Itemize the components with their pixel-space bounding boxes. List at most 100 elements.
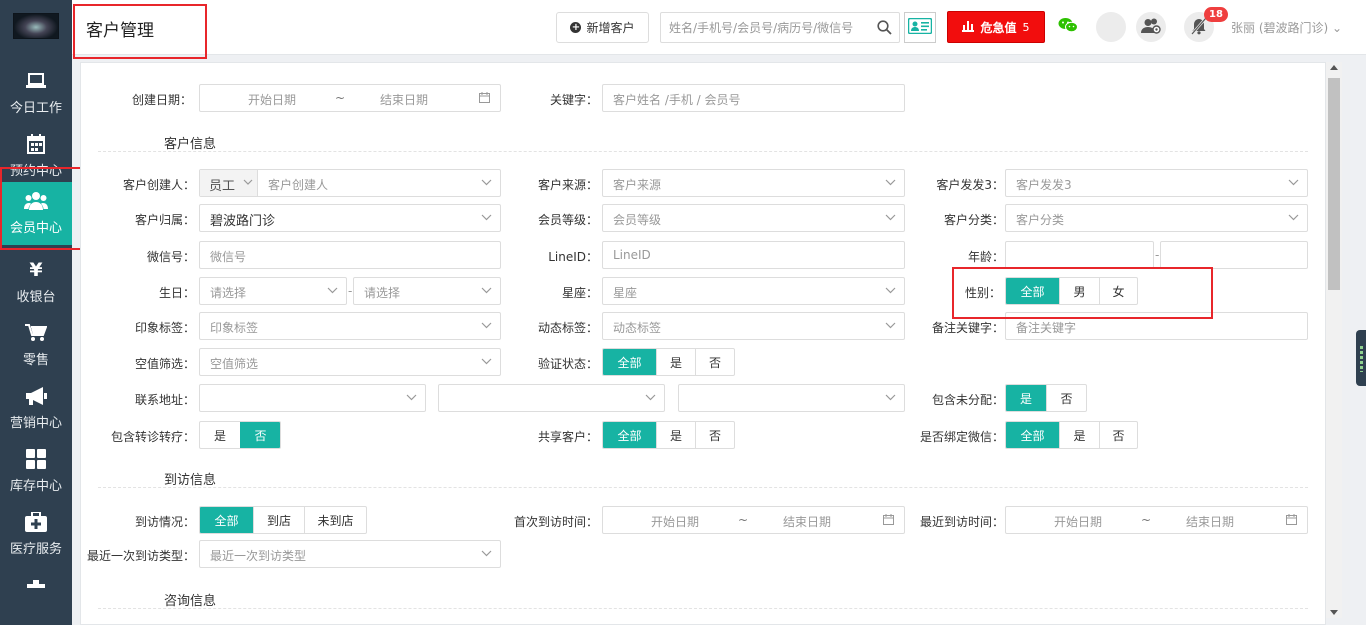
section-divider bbox=[98, 151, 1308, 152]
section-customer-info: 客户信息 bbox=[164, 137, 217, 152]
belong-select[interactable]: 碧波路门诊 bbox=[199, 204, 501, 232]
verify-option-no[interactable]: 否 bbox=[695, 349, 734, 375]
empty-value-select[interactable]: 空值筛选 bbox=[199, 348, 501, 376]
side-drawer-handle[interactable] bbox=[1356, 330, 1366, 386]
last-visit-range[interactable]: 开始日期 ~ 结束日期 bbox=[1005, 506, 1308, 534]
birthday-label: 生日： bbox=[158, 286, 195, 300]
address-province-select[interactable] bbox=[199, 384, 426, 412]
last-visit-label: 最近到访时间： bbox=[919, 515, 1004, 529]
creator-type-select[interactable]: 员工 bbox=[200, 170, 258, 196]
keyword-input[interactable]: 客户姓名 /手机 / 会员号 bbox=[602, 84, 905, 112]
search-icon[interactable] bbox=[877, 20, 892, 38]
age-max-input[interactable] bbox=[1160, 241, 1308, 269]
age-label: 年龄： bbox=[967, 250, 1004, 264]
sidebar-item-marketing[interactable]: 营销中心 bbox=[0, 377, 72, 440]
chevron-down-icon bbox=[885, 394, 896, 401]
gender-option-male[interactable]: 男 bbox=[1059, 278, 1099, 304]
last-visit-type-select[interactable]: 最近一次到访类型 bbox=[199, 540, 501, 568]
sidebar-item-medical-service[interactable]: 医疗服务 bbox=[0, 503, 72, 566]
chevron-down-icon bbox=[1288, 214, 1299, 221]
critical-value-button[interactable]: 危急值 5 bbox=[947, 11, 1045, 43]
add-customer-button[interactable]: + 新增客户 bbox=[556, 12, 649, 43]
visit-option-arrived[interactable]: 到店 bbox=[253, 507, 304, 533]
calendar-icon bbox=[0, 133, 72, 155]
address-city-select[interactable] bbox=[438, 384, 665, 412]
impression-tag-label: 印象标签： bbox=[134, 321, 195, 335]
remark-keyword-input[interactable]: 备注关键字 bbox=[1005, 312, 1308, 340]
gender-option-female[interactable]: 女 bbox=[1099, 278, 1137, 304]
transfer-option-no[interactable]: 否 bbox=[240, 422, 280, 448]
chevron-down-icon bbox=[1288, 179, 1299, 186]
first-visit-range[interactable]: 开始日期 ~ 结束日期 bbox=[602, 506, 905, 534]
create-date-range[interactable]: 开始日期 ~ 结束日期 bbox=[199, 84, 501, 112]
wechat-input[interactable]: 微信号 bbox=[199, 241, 501, 269]
birthday-from-select[interactable]: 请选择 bbox=[199, 277, 347, 305]
sidebar-item-cashier[interactable]: ¥ 收银台 bbox=[0, 251, 72, 314]
shared-option-no[interactable]: 否 bbox=[695, 422, 734, 448]
cart-icon bbox=[0, 322, 72, 344]
scrollbar-thumb[interactable] bbox=[1328, 78, 1340, 290]
age-min-input[interactable] bbox=[1005, 241, 1154, 269]
lineid-input[interactable]: LineID bbox=[602, 241, 905, 269]
first-visit-label: 首次到访时间： bbox=[513, 515, 598, 529]
search-input[interactable] bbox=[669, 19, 869, 37]
source-select[interactable]: 客户来源 bbox=[602, 169, 905, 197]
address-district-select[interactable] bbox=[678, 384, 905, 412]
calendar-icon bbox=[1286, 514, 1297, 528]
user-menu[interactable]: 张丽 (碧波路门诊) ⌄ bbox=[1231, 19, 1342, 36]
sidebar-item-more[interactable] bbox=[0, 566, 72, 606]
sidebar-item-retail[interactable]: 零售 bbox=[0, 314, 72, 377]
shared-customer-label: 共享客户： bbox=[537, 430, 598, 444]
section-divider bbox=[98, 608, 1308, 609]
visit-option-not-arrived[interactable]: 未到店 bbox=[304, 507, 366, 533]
more-icon bbox=[0, 574, 72, 596]
scroll-down-arrow[interactable] bbox=[1330, 610, 1338, 615]
wechat-icon[interactable] bbox=[1058, 17, 1078, 36]
impression-tag-select[interactable]: 印象标签 bbox=[199, 312, 501, 340]
scrollbar[interactable] bbox=[1326, 62, 1342, 618]
verify-status-segmented: 全部 是 否 bbox=[602, 348, 735, 376]
sidebar-item-member-center[interactable]: 会员中心 bbox=[0, 182, 72, 245]
member-level-label: 会员等级： bbox=[537, 213, 598, 227]
id-card-button[interactable] bbox=[904, 12, 936, 43]
bind-wechat-option-no[interactable]: 否 bbox=[1099, 422, 1137, 448]
dynamic-tag-select[interactable]: 动态标签 bbox=[602, 312, 905, 340]
visit-status-label: 到访情况： bbox=[134, 515, 195, 529]
filter-panel: 创建日期： 开始日期 ~ 结束日期 关键字： 客户姓名 /手机 / 会员号 客户… bbox=[80, 62, 1326, 625]
visit-option-all[interactable]: 全部 bbox=[200, 507, 253, 533]
grid-icon bbox=[0, 448, 72, 470]
user-group-icon bbox=[1141, 18, 1161, 37]
shared-option-yes[interactable]: 是 bbox=[656, 422, 695, 448]
section-visit-info: 到访信息 bbox=[164, 473, 217, 488]
creator-select[interactable]: 员工 客户创建人 bbox=[199, 169, 501, 197]
group-settings-button[interactable] bbox=[1136, 12, 1166, 42]
create-date-label: 创建日期： bbox=[131, 93, 192, 107]
gender-option-all[interactable]: 全部 bbox=[1006, 278, 1059, 304]
shared-option-all[interactable]: 全部 bbox=[603, 422, 656, 448]
transfer-option-yes[interactable]: 是 bbox=[200, 422, 240, 448]
include-transfer-label: 包含转诊转疗： bbox=[110, 430, 195, 444]
plus-icon: + bbox=[570, 22, 582, 33]
scroll-up-arrow[interactable] bbox=[1330, 65, 1338, 70]
zodiac-select[interactable]: 星座 bbox=[602, 277, 905, 305]
sidebar-item-appointment[interactable]: 预约中心 bbox=[0, 125, 72, 188]
unassigned-option-no[interactable]: 否 bbox=[1046, 385, 1086, 411]
zodiac-label: 星座： bbox=[561, 286, 598, 300]
last-visit-type-label: 最近一次到访类型： bbox=[86, 549, 195, 563]
member-level-select[interactable]: 会员等级 bbox=[602, 204, 905, 232]
address-label: 联系地址： bbox=[134, 393, 195, 407]
unassigned-option-yes[interactable]: 是 bbox=[1006, 385, 1046, 411]
sidebar-item-inventory[interactable]: 库存中心 bbox=[0, 440, 72, 503]
verify-option-yes[interactable]: 是 bbox=[656, 349, 695, 375]
avatar[interactable] bbox=[1096, 12, 1126, 42]
chevron-down-icon bbox=[481, 550, 492, 557]
category-select[interactable]: 客户分类 bbox=[1005, 204, 1308, 232]
verify-option-all[interactable]: 全部 bbox=[603, 349, 656, 375]
bind-wechat-option-yes[interactable]: 是 bbox=[1059, 422, 1099, 448]
sidebar-item-today-work[interactable]: 今日工作 bbox=[0, 62, 72, 125]
include-transfer-segmented: 是 否 bbox=[199, 421, 281, 449]
fafa3-select[interactable]: 客户发发3 bbox=[1005, 169, 1308, 197]
global-search bbox=[660, 12, 900, 43]
birthday-to-select[interactable]: 请选择 bbox=[353, 277, 501, 305]
bind-wechat-option-all[interactable]: 全部 bbox=[1006, 422, 1059, 448]
